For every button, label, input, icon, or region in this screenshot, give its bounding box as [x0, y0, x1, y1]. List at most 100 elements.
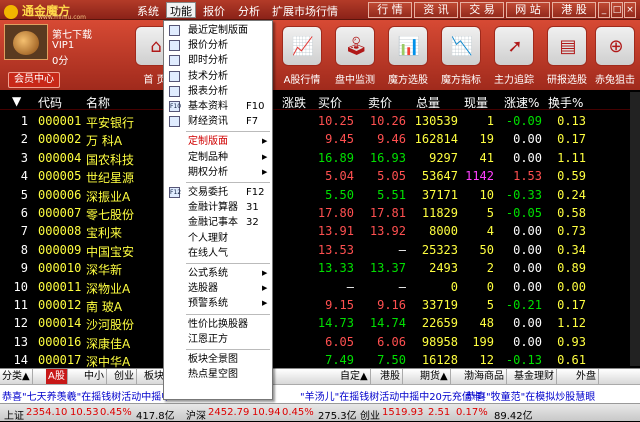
table-row[interactable]: 9 000010 深华新 13.33 13.37 2493 2 0.00 0.89 [0, 259, 640, 277]
sh-index-percent: 0.45% [100, 407, 132, 418]
menu-item-13[interactable]: 金融计算器 31 [164, 200, 272, 215]
header-volume[interactable]: 总量 [416, 94, 440, 111]
menu-quote[interactable]: 报价 [203, 3, 225, 19]
row-volume: 25323 [421, 242, 458, 257]
menu-item-3[interactable]: 技术分析 [164, 69, 272, 84]
row-current-volume: 19 [479, 132, 494, 147]
menu-item-4[interactable]: 报表分析 [164, 84, 272, 99]
cy-index-label[interactable]: 创业 [360, 407, 380, 422]
menu-system[interactable]: 系统 [137, 3, 159, 19]
nav-news-button[interactable]: 资 讯 [414, 2, 458, 18]
tab-2[interactable]: 中小 [82, 369, 107, 385]
ticker-item[interactable]: "羊汤儿"在摇钱树活动中摇中20元充值卡! [300, 388, 486, 403]
tab-0[interactable]: 分类▲ [0, 369, 33, 385]
sniper-button[interactable]: ⊕ 赤兔狙击 [588, 26, 640, 90]
indicator-button[interactable]: 📉 魔方指标 [434, 26, 488, 90]
header-current-volume[interactable]: 现量 [464, 94, 488, 111]
hs-index-label[interactable]: 沪深 [186, 407, 206, 422]
menu-item-12[interactable]: F12 交易委托 F12 [164, 185, 272, 200]
tab-10[interactable]: 外盘 [574, 369, 599, 385]
main-force-button[interactable]: ➚ 主力追踪 [487, 26, 541, 90]
tab-1[interactable]: A股 [46, 369, 68, 385]
menu-extended-market[interactable]: 扩展市场行情 [272, 3, 338, 19]
row-turnover: 0.93 [557, 334, 586, 349]
member-center-button[interactable]: 会员中心 [8, 72, 60, 88]
row-code: 000012 [38, 298, 82, 312]
menu-item-25[interactable]: 板块全景图 [164, 352, 272, 367]
table-row[interactable]: 7 000008 宝利来 13.91 13.92 8000 4 0.00 0.73 [0, 222, 640, 240]
menu-item-16[interactable]: 在线人气 [164, 246, 272, 261]
nav-website-button[interactable]: 网 站 [506, 2, 550, 18]
menu-item-1[interactable]: 报价分析 [164, 38, 272, 53]
vertical-scrollbar[interactable] [630, 92, 640, 366]
table-row[interactable]: 3 000004 国农科技 16.89 16.93 9297 41 0.00 1.11 [0, 149, 640, 167]
header-code[interactable]: 代码 [38, 94, 62, 111]
menu-analysis[interactable]: 分析 [238, 3, 260, 19]
row-speed: 0.00 [513, 279, 542, 294]
nav-trade-button[interactable]: 交 易 [460, 2, 504, 18]
menu-item-5[interactable]: F10 基本资料 F10 [164, 99, 272, 114]
table-row[interactable]: 12 000014 沙河股份 14.73 14.74 22659 48 0.00 1.12 [0, 314, 640, 332]
row-volume: 11829 [421, 206, 458, 220]
table-row[interactable]: 2 000002 万 科A 9.45 9.46 162814 19 0.00 0.17 [0, 130, 640, 148]
sh-index-label[interactable]: 上证 [4, 407, 24, 422]
menu-item-22[interactable]: 性价比换股器 [164, 317, 272, 332]
menu-item-19[interactable]: 选股器 ▶ [164, 281, 272, 296]
table-row[interactable]: 6 000007 零七股份 17.80 17.81 11829 5 -0.05 0.58 [0, 204, 640, 222]
ticker-item[interactable]: 恭喜"七天养羡羲"在摇钱树活动中摇中 [2, 388, 171, 403]
avatar[interactable] [4, 24, 48, 60]
tab-6[interactable]: 港股 [378, 369, 403, 385]
nav-quote-button[interactable]: 行 情 [368, 2, 412, 18]
close-button[interactable]: × [624, 2, 636, 18]
row-turnover: 0.58 [557, 206, 586, 220]
menu-item-2[interactable]: 即时分析 [164, 53, 272, 68]
ticker-item[interactable]: 恭喜"牧童范"在模拟炒股慧眼 [466, 388, 595, 403]
news-ticker[interactable]: 恭喜"七天养羡羲"在摇钱树活动中摇中 "羊汤儿"在摇钱树活动中摇中20元充值卡!… [0, 384, 640, 403]
table-row[interactable]: 8 000009 中国宝安 13.53 –25323 50 0.00 0.34 [0, 241, 640, 259]
menu-item-label: 板块全景图 [188, 354, 238, 365]
menu-item-10[interactable]: 期权分析 ▶ [164, 165, 272, 180]
header-turnover[interactable]: 换手% [548, 94, 583, 111]
menu-function[interactable]: 功能 [166, 2, 196, 18]
menu-item-9[interactable]: 定制品种 ▶ [164, 150, 272, 165]
menu-item-15[interactable]: 个人理财 [164, 231, 272, 246]
row-volume: 0 [450, 279, 458, 294]
intraday-monitor-button[interactable]: 🕹 盘中监测 [328, 26, 382, 90]
menu-item-6[interactable]: 财经资讯 F7 [164, 114, 272, 129]
row-name: 中国宝安 [86, 244, 135, 259]
header-name[interactable]: 名称 [86, 94, 110, 111]
sniper-label: 赤兔狙击 [595, 75, 635, 86]
tab-9[interactable]: 基金理财 [512, 369, 557, 385]
menu-item-23[interactable]: 江恩正方 [164, 332, 272, 347]
row-volume: 2493 [429, 261, 458, 276]
menu-item-8[interactable]: 定制版面 ▶ [164, 134, 272, 149]
header-ask[interactable]: 卖价 [368, 94, 392, 111]
nav-hk-stock-button[interactable]: 港 股 [552, 2, 596, 18]
maximize-button[interactable]: □ [611, 2, 623, 18]
row-name: 宝利来 [86, 226, 123, 241]
header-speed[interactable]: 涨速% [504, 94, 539, 111]
minimize-button[interactable]: _ [598, 2, 610, 18]
menu-item-0[interactable]: 最近定制版面 [164, 23, 272, 38]
table-row[interactable]: 1 000001 平安银行 10.25 10.26 130539 1 -0.09 0.13 [0, 112, 640, 130]
table-row[interactable]: 10 000011 深物业A – – 0 0 0.00 0.00 [0, 278, 640, 296]
table-row[interactable]: 4 000005 世纪星源 5.04 5.05 53647 1142 1.53 0.59 [0, 167, 640, 185]
sort-arrow-icon[interactable]: ▼ [12, 94, 21, 108]
tab-5[interactable]: 自定▲ [338, 369, 371, 385]
table-row[interactable]: 13 000016 深康佳A 6.05 6.06 98958 199 0.00 0.93 [0, 333, 640, 351]
research-picker-button[interactable]: ▤ 研报选股 [540, 26, 594, 90]
table-row[interactable]: 14 000017 深中华A 7.49 7.50 16128 12 -0.13 0.61 [0, 351, 640, 369]
header-change[interactable]: 涨跌 [282, 94, 306, 111]
menu-item-20[interactable]: 预警系统 ▶ [164, 296, 272, 311]
tab-3[interactable]: 创业 [112, 369, 137, 385]
tab-8[interactable]: 渤海商品 [462, 369, 507, 385]
menu-item-26[interactable]: 热点星空图 [164, 367, 272, 382]
a-share-button[interactable]: 📈 A股行情 [275, 26, 329, 90]
tab-7[interactable]: 期货▲ [418, 369, 451, 385]
stock-picker-button[interactable]: 📊 魔方选股 [381, 26, 435, 90]
menu-item-18[interactable]: 公式系统 ▶ [164, 266, 272, 281]
header-bid[interactable]: 买价 [318, 94, 342, 111]
table-row[interactable]: 11 000012 南 玻A 9.15 9.16 33719 5 -0.21 0.17 [0, 296, 640, 314]
table-row[interactable]: 5 000006 深振业A 5.50 5.51 37171 10 -0.33 0.24 [0, 186, 640, 204]
menu-item-14[interactable]: 金融记事本 32 [164, 215, 272, 230]
